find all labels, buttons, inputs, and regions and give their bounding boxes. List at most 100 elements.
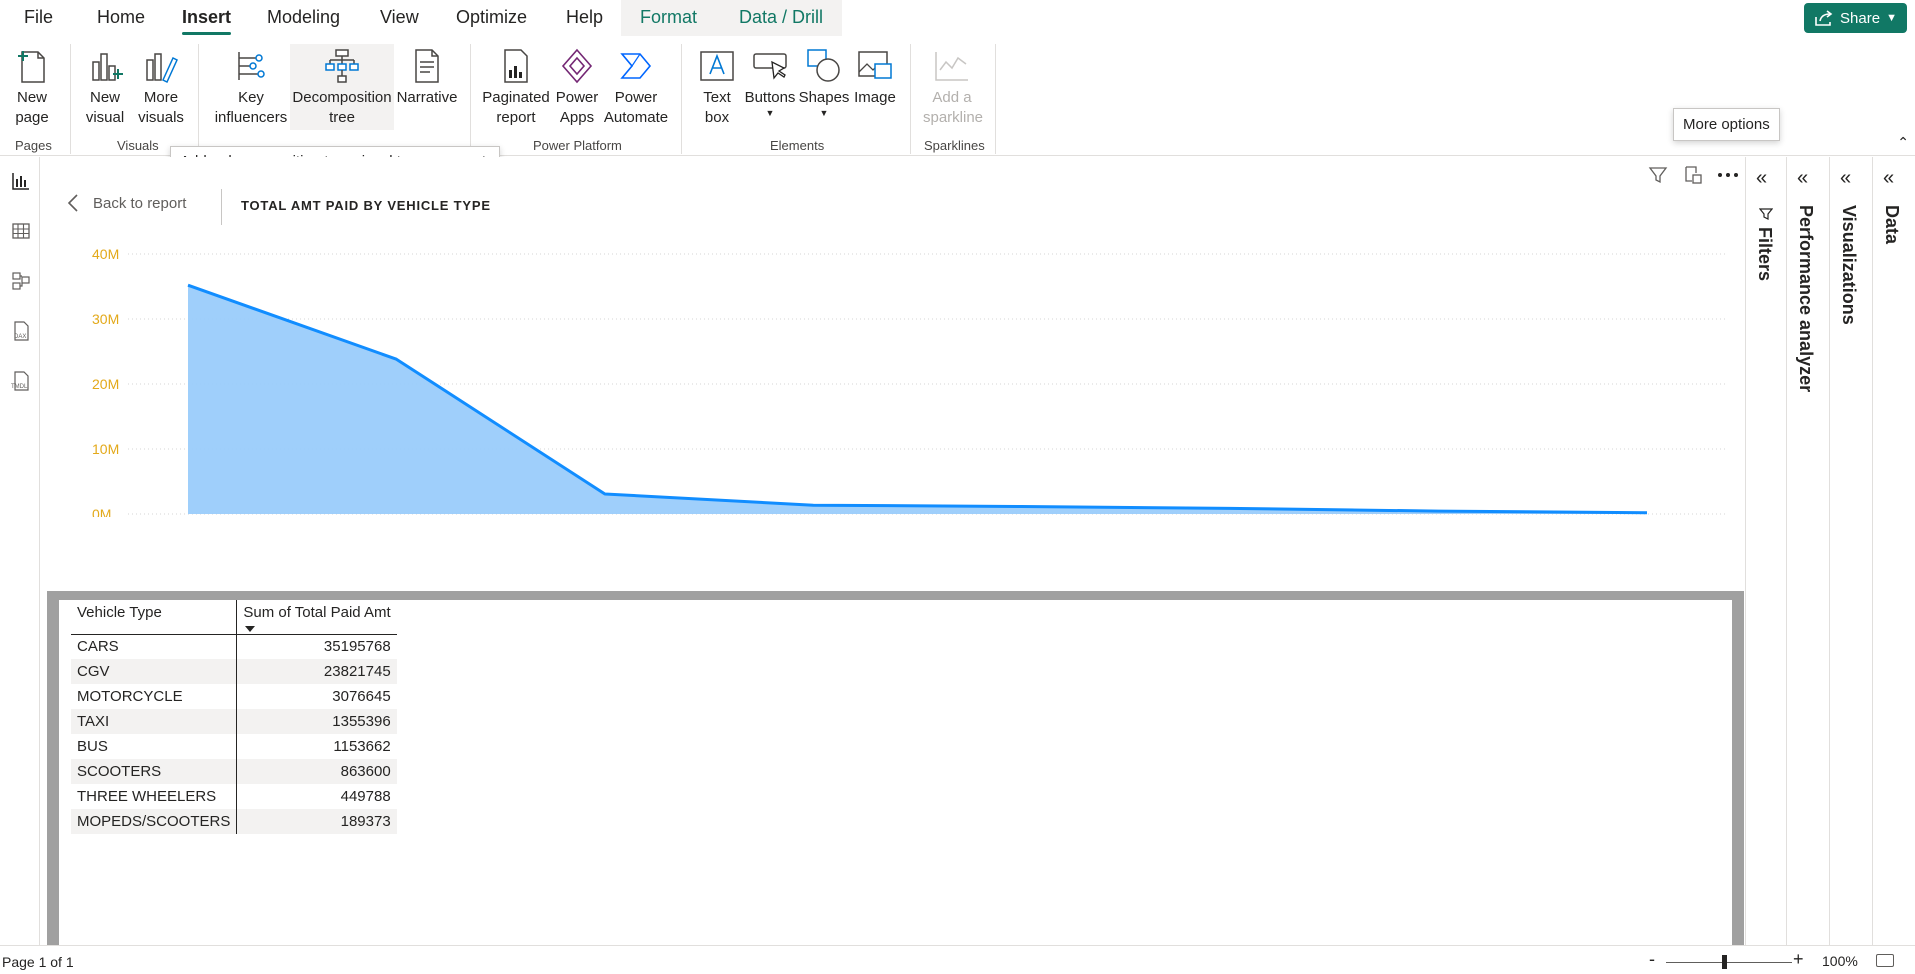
fit-to-page-icon[interactable] [1876, 954, 1894, 967]
model-view-icon[interactable] [9, 269, 33, 293]
ribbon: New page Pages New visual More visuals V… [0, 36, 1915, 156]
image-icon [858, 51, 892, 79]
table-row[interactable]: BUS 1153662 [71, 734, 397, 759]
shapes-label: Shapes [798, 89, 850, 106]
shapes-button[interactable]: Shapes ▼ [799, 46, 849, 118]
data-pane: « Data [1872, 157, 1915, 945]
cell-vehicle-type: BUS [71, 734, 238, 759]
data-point[interactable] [807, 499, 819, 511]
table-row[interactable]: CGV 23821745 [71, 659, 397, 684]
data-point[interactable] [1224, 502, 1236, 514]
table-row[interactable]: SCOOTERS 863600 [71, 759, 397, 784]
text-box-label: Text box [703, 89, 731, 126]
data-point[interactable] [1433, 505, 1445, 517]
tab-modeling[interactable]: Modeling [267, 7, 340, 28]
tab-data-drill[interactable]: Data / Drill [739, 7, 823, 28]
tab-home[interactable]: Home [97, 7, 145, 28]
text-box-button[interactable]: Text box [694, 46, 740, 128]
column-header-label: Sum of Total Paid Amt [243, 604, 391, 621]
filters-label[interactable]: Filters [1754, 227, 1775, 281]
paginated-report-label: Paginated report [482, 89, 550, 126]
data-point[interactable] [1016, 501, 1028, 513]
tab-view[interactable]: View [380, 7, 419, 28]
narrative-button[interactable]: Narrative [396, 46, 458, 108]
group-label-pages: Pages [15, 138, 52, 153]
zoom-slider[interactable] [1666, 962, 1792, 963]
power-automate-icon [620, 53, 652, 79]
data-point[interactable] [599, 488, 611, 500]
tab-file[interactable]: File [24, 7, 53, 28]
decomposition-tree-button[interactable]: Decomposition tree [290, 44, 394, 130]
power-apps-label: Power Apps [555, 89, 599, 126]
expand-data-icon[interactable]: « [1883, 167, 1894, 190]
data-point[interactable] [182, 279, 194, 291]
group-label-visuals: Visuals [117, 138, 159, 153]
y-axis: 0M 10M 20M 30M 40M [92, 246, 119, 517]
expand-filters-icon[interactable]: « [1756, 167, 1767, 190]
key-influencers-button[interactable]: Key influencers [212, 46, 290, 128]
power-automate-button[interactable]: Power Automate [602, 46, 670, 128]
share-icon [1815, 10, 1833, 26]
image-label: Image [854, 89, 896, 106]
expand-performance-icon[interactable]: « [1797, 167, 1808, 190]
text-box-icon [700, 51, 734, 81]
tab-insert[interactable]: Insert [182, 7, 232, 35]
new-visual-icon [92, 53, 123, 81]
table-row[interactable]: MOTORCYCLE 3076645 [71, 684, 397, 709]
data-point[interactable] [1641, 507, 1653, 517]
buttons-icon [753, 53, 787, 80]
column-header-sum-total-paid[interactable]: Sum of Total Paid Amt [236, 600, 397, 635]
group-separator [910, 44, 911, 154]
table-row[interactable]: TAXI 1355396 [71, 709, 397, 734]
decomposition-tree-label: Decomposition tree [292, 89, 392, 126]
data-table: Vehicle Type Sum of Total Paid Amt CARS 3… [71, 600, 397, 834]
performance-analyzer-label[interactable]: Performance analyzer [1795, 205, 1816, 392]
visualizations-label[interactable]: Visualizations [1838, 205, 1859, 325]
cell-vehicle-type: THREE WHEELERS [71, 784, 238, 809]
paginated-report-button[interactable]: Paginated report [480, 46, 552, 128]
dax-query-view-icon[interactable]: DAX [9, 319, 33, 343]
data-point[interactable] [390, 353, 402, 365]
tab-optimize[interactable]: Optimize [456, 7, 527, 28]
new-visual-button[interactable]: New visual [82, 46, 128, 128]
share-button[interactable]: Share ▼ [1804, 3, 1907, 33]
zoom-slider-thumb[interactable] [1722, 955, 1727, 969]
new-page-icon [18, 51, 45, 83]
focus-mode-icon[interactable] [1680, 162, 1706, 188]
more-visuals-button[interactable]: More visuals [136, 46, 186, 128]
more-options-icon[interactable] [1715, 162, 1741, 188]
new-page-button[interactable]: New page [6, 46, 58, 128]
table-row[interactable]: THREE WHEELERS 449788 [71, 784, 397, 809]
area-chart: 0M10M20M30M40M CARSCGVMOTORCYCLETAXIBUSS… [92, 246, 1727, 517]
table-view-icon[interactable] [9, 219, 33, 243]
buttons-button[interactable]: Buttons ▼ [742, 46, 798, 118]
image-button[interactable]: Image [852, 46, 898, 108]
report-view-icon[interactable] [9, 169, 33, 193]
power-apps-button[interactable]: Power Apps [553, 46, 601, 128]
filters-pane: « Filters [1745, 157, 1785, 945]
back-to-report-button[interactable]: Back to report [67, 193, 186, 213]
filter-icon[interactable] [1645, 162, 1671, 188]
status-bar: Page 1 of 1 - + 100% [0, 945, 1915, 974]
expand-visualizations-icon[interactable]: « [1840, 167, 1851, 190]
column-header-vehicle-type[interactable]: Vehicle Type [71, 600, 238, 635]
sort-descending-icon [245, 625, 256, 632]
tab-format[interactable]: Format [640, 7, 697, 28]
power-automate-label: Power Automate [603, 89, 669, 126]
y-tick-label: 40M [92, 246, 119, 262]
cell-vehicle-type: CARS [71, 634, 238, 659]
zoom-out-button[interactable]: - [1649, 949, 1655, 970]
table-row[interactable]: CARS 35195768 [71, 634, 397, 659]
cell-total-paid: 35195768 [323, 638, 391, 656]
zoom-in-button[interactable]: + [1793, 949, 1804, 970]
group-separator [995, 44, 996, 154]
add-sparkline-button[interactable]: Add a sparkline [923, 46, 983, 128]
chevron-up-icon[interactable]: ⌃ [1897, 134, 1909, 151]
tmdl-view-icon[interactable]: TMDL [9, 369, 33, 393]
tab-help[interactable]: Help [566, 7, 603, 28]
buttons-label: Buttons [744, 89, 796, 106]
more-visuals-label: More visuals [138, 89, 184, 126]
table-row[interactable]: MOPEDS/SCOOTERS 189373 [71, 809, 397, 834]
key-influencers-icon [238, 52, 265, 80]
data-label[interactable]: Data [1881, 205, 1902, 244]
